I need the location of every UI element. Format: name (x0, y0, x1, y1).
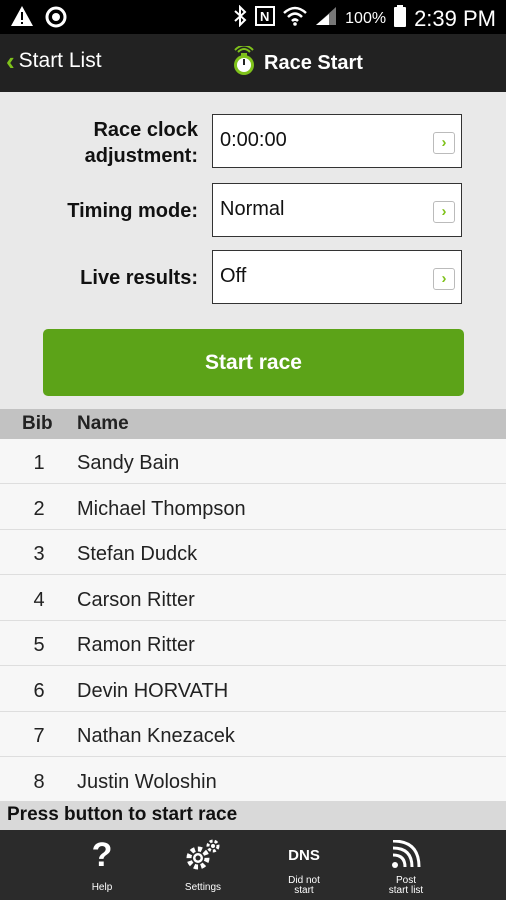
name-cell: Devin HORVATH (77, 680, 229, 702)
race-clock-label: Race clock adjustment: (85, 117, 198, 169)
nfc-icon: N (255, 6, 276, 31)
timing-mode-value: Normal (220, 198, 285, 220)
dns-icon-text: DNS (288, 846, 320, 864)
name-cell: Stefan Dudck (77, 543, 198, 565)
bib-cell: 4 (33, 589, 45, 611)
name-column-header: Name (77, 413, 129, 434)
race-clock-label-line1: Race clock (93, 119, 198, 141)
question-mark-icon: ? (91, 836, 113, 874)
chevron-left-icon: ‹ (6, 46, 15, 76)
race-clock-value: 0:00:00 (220, 129, 287, 151)
table-row[interactable]: 1 Sandy Bain (0, 439, 506, 484)
back-button[interactable]: ‹ Start List (6, 47, 102, 75)
battery-icon (394, 5, 407, 32)
chevron-right-icon: › (433, 132, 455, 154)
table-row[interactable]: 5 Ramon Ritter (0, 621, 506, 666)
race-clock-label-line2: adjustment: (84, 145, 198, 167)
wifi-icon (283, 6, 307, 31)
bib-column-header: Bib (22, 413, 53, 434)
live-results-label: Live results: (80, 267, 198, 289)
gears-icon (168, 836, 238, 874)
bottom-toolbar: ? Help Settings DNS Did not start Post s… (0, 830, 506, 900)
post-start-list-label: Post start list (361, 876, 451, 896)
dns-icon: DNS (269, 836, 339, 874)
name-cell: Carson Ritter (77, 589, 195, 611)
help-button[interactable]: ? Help (67, 830, 137, 900)
table-row[interactable]: 2 Michael Thompson (0, 485, 506, 530)
bib-cell: 5 (33, 634, 45, 656)
sync-icon (44, 5, 68, 34)
bib-cell: 1 (33, 452, 45, 474)
dns-label-line2: start (294, 885, 314, 896)
name-cell: Sandy Bain (77, 452, 180, 474)
warning-icon (10, 5, 34, 34)
bib-cell: 2 (33, 498, 45, 520)
start-list[interactable]: 1 Sandy Bain 2 Michael Thompson 3 Stefan… (0, 439, 506, 801)
bib-cell: 8 (33, 771, 45, 793)
table-row[interactable]: 7 Nathan Knezacek (0, 712, 506, 757)
screen-title: Race Start (230, 44, 363, 81)
bib-cell: 6 (33, 680, 45, 702)
bib-cell: 3 (33, 543, 45, 565)
chevron-right-icon: › (433, 268, 455, 290)
battery-percent: 100% (345, 9, 387, 27)
settings-button[interactable]: Settings (168, 830, 238, 900)
post-label-line2: start list (388, 885, 424, 896)
help-label: Help (91, 882, 113, 893)
name-cell: Nathan Knezacek (77, 725, 235, 747)
svg-text:N: N (260, 9, 269, 24)
table-row[interactable]: 6 Devin HORVATH (0, 667, 506, 712)
table-row[interactable]: 8 Justin Woloshin (0, 758, 506, 801)
race-clock-field[interactable]: 0:00:00 › (212, 114, 462, 168)
bluetooth-icon (233, 4, 247, 32)
clock: 2:39 PM (414, 5, 496, 31)
dns-button[interactable]: DNS Did not start (269, 830, 339, 900)
table-row[interactable]: 3 Stefan Dudck (0, 530, 506, 575)
signal-icon (315, 6, 337, 31)
title-label: Race Start (264, 52, 363, 74)
live-results-field[interactable]: Off › (212, 250, 462, 304)
settings-label: Settings (184, 882, 222, 893)
name-cell: Justin Woloshin (77, 771, 217, 793)
broadcast-icon (371, 836, 441, 874)
table-row[interactable]: 4 Carson Ritter (0, 576, 506, 621)
back-label: Start List (18, 49, 102, 72)
name-cell: Michael Thompson (77, 498, 246, 520)
stopwatch-icon (230, 44, 258, 81)
name-cell: Ramon Ritter (77, 634, 195, 656)
status-message-bar: Press button to start race (0, 801, 506, 830)
timing-mode-label: Timing mode: (67, 200, 198, 222)
status-bar: N 100% 2:39 PM (0, 0, 506, 34)
status-message: Press button to start race (7, 804, 238, 825)
dns-label: Did not start (259, 876, 349, 896)
post-start-list-button[interactable]: Post start list (371, 830, 441, 900)
timing-mode-field[interactable]: Normal › (212, 183, 462, 237)
start-race-button[interactable]: Start race (43, 329, 464, 396)
action-bar: ‹ Start List Race Start (0, 34, 506, 92)
bib-cell: 7 (33, 725, 45, 747)
chevron-right-icon: › (433, 201, 455, 223)
live-results-value: Off (220, 265, 247, 287)
table-header: Bib Name (0, 409, 506, 439)
